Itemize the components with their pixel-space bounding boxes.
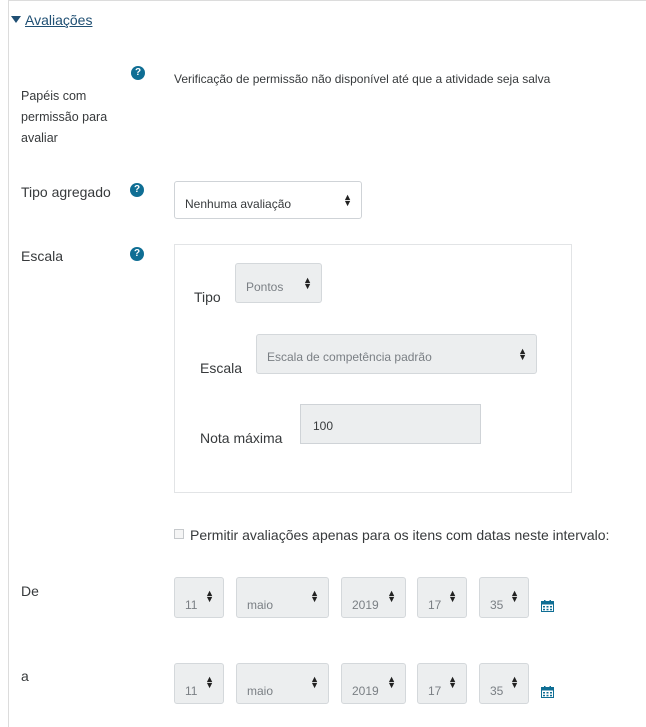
sort-arrows-icon: ▲ ▼ <box>510 588 519 604</box>
scale-type-label: Tipo <box>194 289 221 305</box>
sort-arrows-icon: ▲ ▼ <box>310 588 319 604</box>
scale-label: Escala <box>21 248 64 264</box>
sort-arrows-icon: ▲ ▼ <box>448 674 457 690</box>
sort-arrows-icon: ▲ ▼ <box>303 275 312 291</box>
from-month-value: maio <box>247 598 274 612</box>
sort-arrows-icon: ▲ ▼ <box>518 346 527 362</box>
to-hour-select[interactable]: 17 ▲ ▼ <box>417 663 467 704</box>
help-icon[interactable]: ? <box>131 66 145 80</box>
restrict-checkbox[interactable] <box>174 529 184 539</box>
sort-arrows-icon: ▲ ▼ <box>387 588 396 604</box>
to-day-value: 11 <box>185 684 198 698</box>
to-minute-value: 35 <box>490 684 504 698</box>
section-title[interactable]: Avaliações <box>25 12 92 28</box>
scale-scale-select[interactable]: Escala de competência padrão ▲ ▼ <box>256 334 537 374</box>
calendar-icon[interactable] <box>541 686 554 698</box>
sort-arrows-icon: ▲ ▼ <box>205 674 214 690</box>
max-grade-label: Nota máxima <box>200 430 283 446</box>
scale-scale-label: Escala <box>200 360 243 376</box>
to-label: a <box>21 668 29 684</box>
help-icon[interactable]: ? <box>130 247 144 261</box>
to-month-select[interactable]: maio ▲ ▼ <box>236 663 329 704</box>
from-year-select[interactable]: 2019 ▲ ▼ <box>341 577 406 618</box>
roles-label: Papéis com permissão para avaliar <box>21 89 108 145</box>
sort-arrows-icon: ▲ ▼ <box>510 674 519 690</box>
aggregate-select-value: Nenhuma avaliação <box>185 197 292 211</box>
calendar-icon[interactable] <box>541 600 554 612</box>
sort-arrows-icon: ▲ ▼ <box>387 674 396 690</box>
sort-arrows-icon: ▲ ▼ <box>448 588 457 604</box>
from-day-value: 11 <box>185 598 198 612</box>
scale-scale-value: Escala de competência padrão <box>267 350 432 364</box>
max-grade-input[interactable]: 100 <box>300 404 481 444</box>
to-year-value: 2019 <box>352 684 379 698</box>
aggregate-select[interactable]: Nenhuma avaliação ▲ ▼ <box>174 181 362 219</box>
roles-permission-text: Verificação de permissão não disponível … <box>174 72 551 86</box>
sort-arrows-icon: ▲ ▼ <box>310 674 319 690</box>
from-year-value: 2019 <box>352 598 379 612</box>
scale-type-value: Pontos <box>246 280 284 294</box>
aggregate-label: Tipo agregado <box>21 184 111 200</box>
from-minute-select[interactable]: 35 ▲ ▼ <box>479 577 529 618</box>
scale-type-select[interactable]: Pontos ▲ ▼ <box>235 263 322 303</box>
to-month-value: maio <box>247 684 274 698</box>
to-hour-value: 17 <box>428 684 442 698</box>
from-label: De <box>21 583 39 599</box>
from-hour-select[interactable]: 17 ▲ ▼ <box>417 577 467 618</box>
restrict-label: Permitir avaliações apenas para os itens… <box>190 527 610 543</box>
from-month-select[interactable]: maio ▲ ▼ <box>236 577 329 618</box>
sort-arrows-icon: ▲ ▼ <box>205 588 214 604</box>
sort-arrows-icon: ▲ ▼ <box>343 192 352 208</box>
to-year-select[interactable]: 2019 ▲ ▼ <box>341 663 406 704</box>
to-day-select[interactable]: 11 ▲ ▼ <box>174 663 224 704</box>
from-day-select[interactable]: 11 ▲ ▼ <box>174 577 224 618</box>
from-minute-value: 35 <box>490 598 504 612</box>
caret-down-icon[interactable] <box>11 16 21 23</box>
from-hour-value: 17 <box>428 598 442 612</box>
to-minute-select[interactable]: 35 ▲ ▼ <box>479 663 529 704</box>
help-icon[interactable]: ? <box>130 183 144 197</box>
